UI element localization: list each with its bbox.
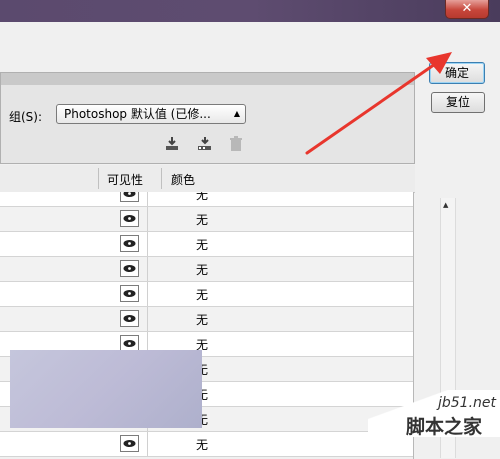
table-row[interactable]: 无 bbox=[0, 432, 413, 457]
blurred-overlay bbox=[10, 350, 202, 428]
eye-icon[interactable] bbox=[120, 285, 139, 302]
close-button[interactable]: ✕ bbox=[445, 0, 489, 19]
row-separator bbox=[147, 307, 148, 331]
table-row[interactable]: 无 bbox=[0, 192, 413, 207]
row-separator bbox=[147, 192, 148, 206]
row-color: 无 bbox=[196, 192, 209, 202]
row-separator bbox=[147, 232, 148, 256]
group-settings-panel: 组(S): Photoshop 默认值 (已修... ▲ bbox=[0, 72, 415, 164]
header-color[interactable]: 颜色 bbox=[171, 171, 195, 188]
row-separator bbox=[147, 207, 148, 231]
eye-icon[interactable] bbox=[120, 260, 139, 277]
eye-icon[interactable] bbox=[120, 192, 139, 202]
table-row[interactable]: 无 bbox=[0, 232, 413, 257]
table-row[interactable]: 无 bbox=[0, 257, 413, 282]
eye-icon[interactable] bbox=[120, 235, 139, 252]
column-separator bbox=[98, 168, 99, 189]
row-separator bbox=[147, 432, 148, 456]
new-set-icon[interactable] bbox=[197, 136, 213, 152]
window-titlebar: ✕ bbox=[0, 0, 500, 22]
row-separator bbox=[147, 282, 148, 306]
watermark-text: 脚本之家 bbox=[406, 416, 483, 438]
group-select-value: Photoshop 默认值 (已修... bbox=[64, 107, 211, 121]
header-visibility[interactable]: 可见性 bbox=[107, 171, 143, 188]
row-color: 无 bbox=[196, 313, 209, 327]
row-color: 无 bbox=[196, 213, 209, 227]
scroll-up-arrow-icon[interactable]: ▲ bbox=[443, 201, 448, 209]
group-label: 组(S): bbox=[9, 110, 43, 124]
row-color: 无 bbox=[196, 238, 209, 252]
table-row[interactable]: 无 bbox=[0, 307, 413, 332]
eye-icon[interactable] bbox=[120, 310, 139, 327]
row-color: 无 bbox=[196, 263, 209, 277]
panel-header-bar bbox=[1, 73, 414, 85]
eye-icon[interactable] bbox=[120, 435, 139, 452]
updown-arrow-icon: ▲ bbox=[233, 109, 240, 118]
group-select[interactable]: Photoshop 默认值 (已修... ▲ bbox=[56, 104, 246, 124]
eye-icon[interactable] bbox=[120, 210, 139, 227]
watermark-url: jb51.net bbox=[438, 395, 497, 411]
save-set-icon[interactable] bbox=[164, 136, 180, 152]
table-row[interactable]: 无 bbox=[0, 207, 413, 232]
row-color: 无 bbox=[196, 438, 209, 452]
ok-button[interactable]: 确定 bbox=[429, 62, 485, 84]
column-separator bbox=[161, 168, 162, 189]
row-separator bbox=[147, 257, 148, 281]
table-header: 可见性 颜色 bbox=[0, 165, 415, 193]
reset-button[interactable]: 复位 bbox=[431, 92, 485, 113]
delete-icon[interactable] bbox=[228, 136, 244, 152]
row-color: 无 bbox=[196, 288, 209, 302]
table-row[interactable]: 无 bbox=[0, 282, 413, 307]
